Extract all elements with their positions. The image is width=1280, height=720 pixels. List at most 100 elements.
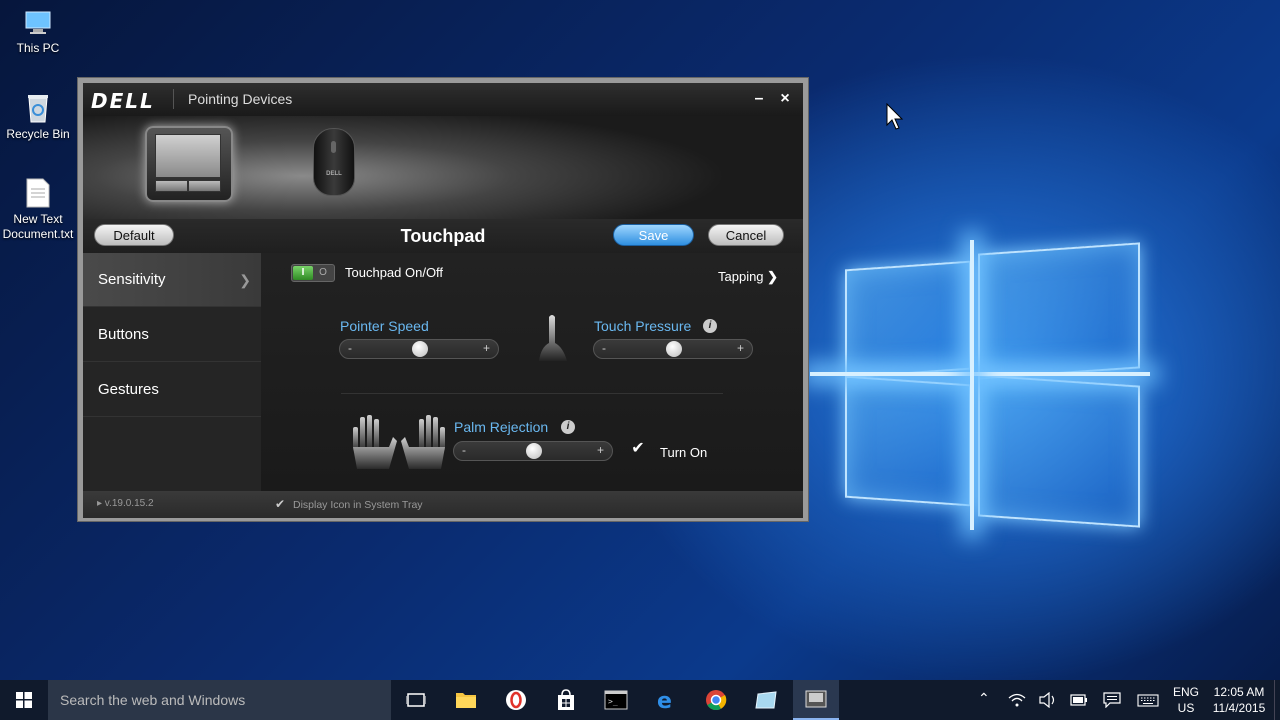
action-center-button[interactable] bbox=[1101, 680, 1123, 720]
language-indicator[interactable]: ENG US bbox=[1168, 680, 1204, 720]
battery-icon bbox=[1070, 694, 1087, 706]
section-divider bbox=[341, 393, 723, 394]
sidebar-item-label: Buttons bbox=[98, 326, 149, 343]
tapping-link[interactable]: Tapping ❯ bbox=[718, 269, 778, 285]
touch-pressure-label: Touch Pressure bbox=[594, 318, 692, 334]
window-footer: ▸ v.19.0.15.2 ✔ Display Icon in System T… bbox=[83, 491, 803, 518]
task-view-icon bbox=[406, 693, 426, 707]
desktop-icon-this-pc[interactable]: This PC bbox=[0, 8, 76, 56]
palm-rejection-checkbox[interactable]: ✔ bbox=[629, 440, 647, 458]
show-hidden-icons-button[interactable]: ⌃ bbox=[975, 680, 995, 720]
file-explorer-taskbar-button[interactable] bbox=[443, 680, 489, 720]
store-taskbar-button[interactable] bbox=[543, 680, 589, 720]
taskbar-search-box[interactable]: Search the web and Windows bbox=[48, 680, 391, 720]
volume-tray-button[interactable] bbox=[1037, 680, 1059, 720]
touchpad-onoff-toggle[interactable]: I O bbox=[291, 264, 335, 282]
show-desktop-button[interactable] bbox=[1274, 680, 1280, 720]
sidebar-item-sensitivity[interactable]: Sensitivity ❯ bbox=[83, 253, 261, 307]
mouse-wheel-graphic bbox=[331, 141, 336, 153]
slider-thumb[interactable] bbox=[412, 341, 428, 357]
touchpad-right-button-graphic bbox=[188, 180, 221, 192]
chevron-right-icon: ❯ bbox=[767, 269, 779, 284]
minimize-button[interactable]: – bbox=[748, 89, 770, 109]
palm-rejection-slider[interactable]: - + bbox=[453, 441, 613, 461]
device-banner: DELL bbox=[83, 116, 803, 219]
touchpad-app-taskbar-button[interactable] bbox=[743, 680, 789, 720]
chrome-taskbar-button[interactable] bbox=[693, 680, 739, 720]
command-prompt-icon: >_ bbox=[604, 690, 628, 710]
touch-keyboard-button[interactable] bbox=[1136, 680, 1160, 720]
palm-rejection-label: Palm Rejection bbox=[454, 419, 549, 435]
svg-text:>_: >_ bbox=[608, 697, 618, 706]
sidebar-item-label: Gestures bbox=[98, 381, 159, 398]
slider-thumb[interactable] bbox=[526, 443, 542, 459]
chevron-up-icon: ⌃ bbox=[978, 690, 990, 706]
desktop-icon-label: Recycle Bin bbox=[6, 127, 70, 141]
toggle-on-segment: I bbox=[293, 266, 313, 280]
title-bar[interactable]: DELL Pointing Devices – × bbox=[83, 83, 803, 116]
battery-tray-button[interactable] bbox=[1068, 680, 1090, 720]
page-title: Touchpad bbox=[400, 226, 486, 246]
desktop-icon-recycle-bin[interactable]: Recycle Bin bbox=[0, 92, 76, 142]
region-code: US bbox=[1177, 701, 1195, 715]
opera-taskbar-button[interactable] bbox=[493, 680, 539, 720]
mouse-device-icon[interactable]: DELL bbox=[313, 128, 355, 196]
pointer-speed-slider[interactable]: - + bbox=[339, 339, 499, 359]
window-title: Pointing Devices bbox=[188, 91, 293, 107]
mouse-cursor-icon bbox=[886, 103, 904, 130]
palm-turn-on-label: Turn On bbox=[660, 445, 708, 460]
toggle-off-segment: O bbox=[319, 267, 327, 278]
keyboard-icon bbox=[1137, 694, 1159, 707]
palm-rejection-info-icon[interactable]: i bbox=[561, 420, 575, 434]
command-prompt-taskbar-button[interactable]: >_ bbox=[593, 680, 639, 720]
title-separator bbox=[173, 89, 174, 109]
slider-minus-icon: - bbox=[462, 443, 466, 457]
settings-sidebar: Sensitivity ❯ Buttons Gestures bbox=[83, 253, 261, 491]
dell-pointing-devices-window: DELL Pointing Devices – × DELL Default T… bbox=[77, 77, 809, 522]
system-tray-label: Display Icon in System Tray bbox=[293, 499, 423, 511]
save-button[interactable]: Save bbox=[613, 224, 694, 246]
sidebar-item-gestures[interactable]: Gestures bbox=[83, 363, 261, 417]
mouse-logo: DELL bbox=[326, 171, 342, 177]
slider-thumb[interactable] bbox=[666, 341, 682, 357]
sidebar-item-buttons[interactable]: Buttons bbox=[83, 308, 261, 362]
folder-icon bbox=[456, 693, 476, 708]
clock[interactable]: 12:05 AM 11/4/2015 bbox=[1206, 680, 1272, 720]
chevron-right-icon: ❯ bbox=[239, 272, 251, 288]
pointer-speed-label: Pointer Speed bbox=[340, 318, 429, 334]
edge-taskbar-button[interactable]: e bbox=[643, 680, 689, 720]
system-tray-checkbox[interactable]: ✔ bbox=[275, 497, 285, 511]
recycle-bin-icon bbox=[28, 95, 48, 123]
windows-wallpaper-logo bbox=[810, 220, 1150, 540]
task-view-button[interactable] bbox=[393, 680, 439, 720]
desktop-icon-new-text-document[interactable]: New Text Document.txt bbox=[0, 177, 76, 242]
sidebar-item-label: Sensitivity bbox=[98, 271, 166, 288]
start-button[interactable] bbox=[0, 680, 48, 720]
pointing-devices-icon bbox=[805, 690, 827, 708]
cancel-button[interactable]: Cancel bbox=[708, 224, 784, 246]
toolbar: Default Touchpad Save Cancel bbox=[83, 219, 803, 253]
text-document-icon bbox=[26, 178, 50, 208]
touchpad-surface bbox=[155, 134, 221, 178]
touchpad-device-icon[interactable] bbox=[145, 126, 233, 202]
version-label: ▸ v.19.0.15.2 bbox=[97, 498, 154, 509]
edge-browser-icon: e bbox=[657, 689, 672, 711]
chrome-browser-icon bbox=[706, 690, 727, 711]
touch-pressure-slider[interactable]: - + bbox=[593, 339, 753, 359]
tapping-label: Tapping bbox=[718, 269, 764, 284]
touchpad-app-icon bbox=[755, 691, 777, 709]
network-tray-button[interactable] bbox=[1006, 680, 1028, 720]
language-code: ENG bbox=[1172, 685, 1199, 699]
desktop-icon-label: This PC bbox=[16, 41, 60, 55]
touch-pressure-info-icon[interactable]: i bbox=[703, 319, 717, 333]
palm-hands-illustration-icon bbox=[353, 415, 445, 469]
touchpad-left-button-graphic bbox=[155, 180, 188, 192]
slider-minus-icon: - bbox=[602, 341, 606, 355]
pointing-devices-taskbar-button[interactable] bbox=[793, 680, 839, 720]
clock-time: 12:05 AM bbox=[1213, 685, 1265, 699]
opera-browser-icon bbox=[506, 690, 526, 710]
close-button[interactable]: × bbox=[774, 89, 796, 109]
store-bag-icon bbox=[558, 689, 574, 710]
this-pc-icon bbox=[25, 11, 51, 34]
taskbar: Search the web and Windows >_ e ⌃ ENG US… bbox=[0, 680, 1280, 720]
